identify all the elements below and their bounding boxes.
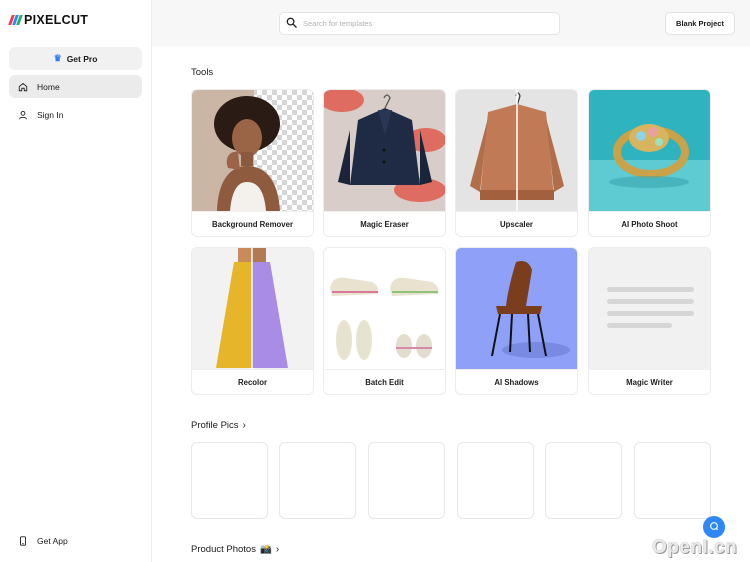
tool-card-recolor[interactable]: Recolor	[191, 247, 314, 395]
magic-writer-thumb	[589, 248, 710, 369]
chat-bubble-icon	[709, 518, 719, 536]
ai-photo-shoot-thumb	[589, 90, 710, 211]
main-area: Blank Project Tools	[152, 0, 750, 562]
tool-card-ai-photo-shoot[interactable]: AI Photo Shoot	[588, 89, 711, 237]
chat-support-button[interactable]	[703, 516, 725, 538]
product-photos-heading[interactable]: Product Photos 📸 ›	[191, 544, 279, 555]
sidebar: PIXELCUT ♛ Get Pro Home Sign In Get App	[0, 0, 152, 562]
profile-pic-card[interactable]	[634, 442, 711, 519]
tool-card-label: Background Remover	[192, 211, 313, 236]
tool-card-ai-shadows[interactable]: AI Shadows	[455, 247, 578, 395]
user-icon	[18, 110, 28, 120]
tools-heading-text: Tools	[191, 67, 214, 78]
search-icon	[286, 15, 297, 33]
background-remover-thumb	[192, 90, 313, 211]
tools-heading: Tools	[191, 67, 213, 78]
search-input[interactable]	[303, 19, 553, 28]
sidebar-item-home[interactable]: Home	[9, 75, 142, 98]
crown-icon: ♛	[53, 53, 62, 63]
content-area: Tools Background Remover Magic Eraser Up…	[152, 46, 750, 562]
get-pro-label: Get Pro	[66, 53, 98, 64]
blank-project-button[interactable]: Blank Project	[665, 12, 735, 35]
top-bar: Blank Project	[152, 0, 750, 46]
get-pro-button[interactable]: ♛ Get Pro	[9, 47, 142, 70]
logo-text: PIXELCUT	[24, 13, 89, 27]
tool-card-label: Magic Eraser	[324, 211, 445, 236]
search-bar[interactable]	[279, 12, 560, 35]
chevron-right-icon: ›	[275, 544, 280, 555]
get-app-label: Get App	[37, 535, 68, 546]
pixelcut-logo[interactable]: PIXELCUT	[8, 13, 89, 27]
ai-shadows-thumb	[456, 248, 577, 369]
sidebar-item-sign-in[interactable]: Sign In	[9, 103, 142, 126]
batch-edit-thumb	[324, 248, 445, 369]
profile-pics-heading[interactable]: Profile Pics ›	[191, 420, 246, 431]
product-photos-heading-text: Product Photos	[191, 544, 256, 555]
profile-pic-card[interactable]	[368, 442, 445, 519]
tool-card-magic-writer[interactable]: Magic Writer	[588, 247, 711, 395]
tool-card-label: Magic Writer	[589, 369, 710, 394]
recolor-thumb	[192, 248, 313, 369]
profile-pic-card[interactable]	[279, 442, 356, 519]
sidebar-item-label: Home	[37, 81, 60, 92]
sidebar-item-label: Sign In	[37, 109, 64, 120]
get-app-button[interactable]: Get App	[9, 529, 142, 552]
tool-card-label: Upscaler	[456, 211, 577, 236]
profile-pic-card[interactable]	[191, 442, 268, 519]
phone-icon	[18, 535, 28, 546]
upscaler-thumb	[456, 90, 577, 211]
magic-eraser-thumb	[324, 90, 445, 211]
tool-card-magic-eraser[interactable]: Magic Eraser	[323, 89, 446, 237]
logo-mark-icon	[8, 15, 23, 25]
tool-card-label: AI Photo Shoot	[589, 211, 710, 236]
tool-card-upscaler[interactable]: Upscaler	[455, 89, 578, 237]
tool-card-background-remover[interactable]: Background Remover	[191, 89, 314, 237]
profile-pics-heading-text: Profile Pics	[191, 420, 239, 431]
camera-flash-icon: 📸	[259, 544, 272, 555]
app-window: PIXELCUT ♛ Get Pro Home Sign In Get App	[0, 0, 750, 562]
chevron-right-icon: ›	[242, 420, 246, 431]
home-icon	[18, 82, 28, 92]
profile-pic-card[interactable]	[545, 442, 622, 519]
watermark: OpenI.cn	[652, 537, 738, 558]
tool-card-label: Batch Edit	[324, 369, 445, 394]
tool-card-batch-edit[interactable]: Batch Edit	[323, 247, 446, 395]
tool-card-label: AI Shadows	[456, 369, 577, 394]
profile-pic-card[interactable]	[457, 442, 534, 519]
tool-card-label: Recolor	[192, 369, 313, 394]
